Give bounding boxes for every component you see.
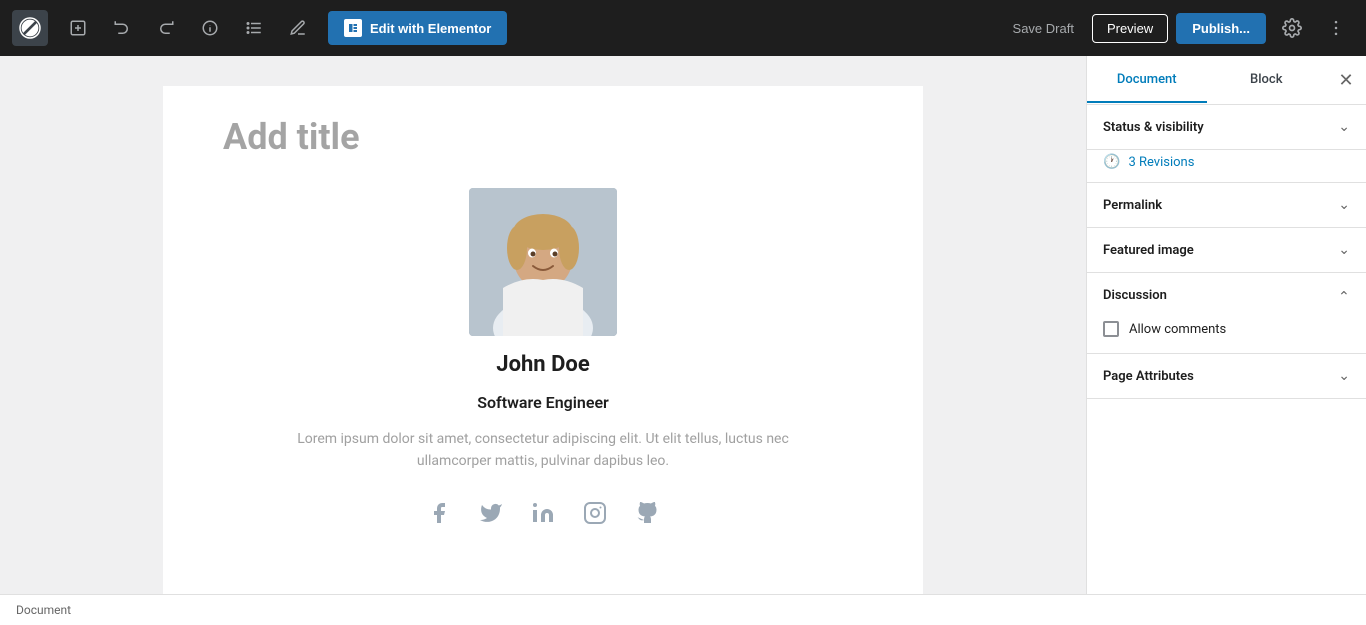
more-options-button[interactable] [1318,10,1354,46]
undo-button[interactable] [104,10,140,46]
instagram-icon[interactable] [579,497,611,529]
main-layout: Add title [0,56,1366,625]
section-permalink-header[interactable]: Permalink ⌄ [1087,183,1366,227]
section-page-attributes: Page Attributes ⌄ [1087,354,1366,399]
allow-comments-checkbox[interactable] [1103,321,1119,337]
save-draft-button[interactable]: Save Draft [1003,15,1084,42]
allow-comments-row: Allow comments [1087,317,1366,353]
section-discussion-chevron: ⌄ [1338,287,1350,303]
profile-section: John Doe Software Engineer Lorem ipsum d… [223,188,863,529]
list-view-button[interactable] [236,10,272,46]
section-featured-image-header[interactable]: Featured image ⌄ [1087,228,1366,272]
section-discussion-header[interactable]: Discussion ⌄ [1087,273,1366,317]
twitter-icon[interactable] [475,497,507,529]
publish-button[interactable]: Publish... [1176,13,1266,44]
add-block-button[interactable] [60,10,96,46]
tools-button[interactable] [280,10,316,46]
section-status-visibility-chevron: ⌄ [1338,119,1350,135]
social-icons [423,497,663,529]
section-featured-image-title: Featured image [1103,243,1194,258]
section-discussion-title: Discussion [1103,288,1167,303]
profile-bio: Lorem ipsum dolor sit amet, consectetur … [283,428,803,473]
section-featured-image-chevron: ⌄ [1338,242,1350,258]
section-status-visibility: Status & visibility ⌄ [1087,105,1366,150]
wp-logo-button[interactable] [12,10,48,46]
facebook-icon[interactable] [423,497,455,529]
section-status-visibility-header[interactable]: Status & visibility ⌄ [1087,105,1366,149]
allow-comments-label: Allow comments [1129,322,1226,337]
sidebar: Document Block ✕ Status & visibility ⌄ 🕐… [1086,56,1366,625]
revisions-link[interactable]: 3 Revisions [1128,155,1194,170]
page-title[interactable]: Add title [223,116,863,158]
profile-image [469,188,617,336]
sidebar-close-button[interactable]: ✕ [1326,56,1366,104]
github-icon[interactable] [631,497,663,529]
preview-button[interactable]: Preview [1092,14,1168,43]
section-page-attributes-chevron: ⌄ [1338,368,1350,384]
edit-with-elementor-button[interactable]: Edit with Elementor [328,11,507,45]
profile-name: John Doe [496,352,589,377]
linkedin-icon[interactable] [527,497,559,529]
sidebar-header: Document Block ✕ [1087,56,1366,105]
section-permalink-title: Permalink [1103,198,1162,213]
section-discussion: Discussion ⌄ Allow comments [1087,273,1366,354]
toolbar-right: Save Draft Preview Publish... [1003,10,1354,46]
settings-button[interactable] [1274,10,1310,46]
revisions-clock-icon: 🕐 [1103,154,1120,170]
section-status-visibility-title: Status & visibility [1103,120,1204,135]
info-button[interactable] [192,10,228,46]
section-permalink-chevron: ⌄ [1338,197,1350,213]
section-page-attributes-title: Page Attributes [1103,369,1194,384]
status-bar-text: Document [16,603,71,617]
redo-button[interactable] [148,10,184,46]
tab-block[interactable]: Block [1207,58,1327,103]
tab-document[interactable]: Document [1087,58,1207,103]
toolbar: Edit with Elementor Save Draft Preview P… [0,0,1366,56]
section-revisions: 🕐 3 Revisions [1087,150,1366,183]
section-page-attributes-header[interactable]: Page Attributes ⌄ [1087,354,1366,398]
section-permalink: Permalink ⌄ [1087,183,1366,228]
profile-job-title: Software Engineer [477,393,609,412]
revisions-row: 🕐 3 Revisions [1087,150,1366,182]
page-content: Add title [163,86,923,606]
editor-area: Add title [0,56,1086,625]
status-bar: Document [0,594,1366,625]
section-featured-image: Featured image ⌄ [1087,228,1366,273]
